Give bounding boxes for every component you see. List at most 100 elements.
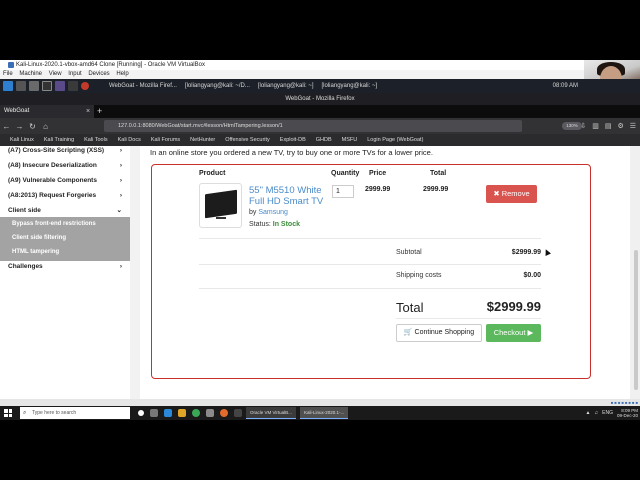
divider	[396, 318, 541, 319]
product-name-link[interactable]: 55" M5510 White Full HD Smart TV	[249, 185, 331, 207]
bookmark-nethunter[interactable]: NetHunter	[190, 137, 215, 143]
sidebar-toggle-icon[interactable]: ▤	[605, 122, 612, 130]
bookmark-kali-forums[interactable]: Kali Forums	[151, 137, 180, 143]
letterbox-top	[0, 0, 640, 60]
col-header-quantity: Quantity	[331, 170, 360, 177]
sidebar-item-client-side[interactable]: Client side ⌄	[0, 204, 130, 218]
extension-icon[interactable]: ⚙	[617, 122, 623, 130]
browser-launcher-icon[interactable]	[55, 81, 65, 91]
menu-view[interactable]: View	[49, 71, 62, 77]
menu-machine[interactable]: Machine	[19, 71, 42, 77]
url-bar[interactable]: 127.0.0.1:8080/WebGoat/start.mvc#lesson/…	[104, 120, 582, 132]
sidebar-sub-client-filtering[interactable]: Client side filtering	[0, 231, 130, 245]
status-prefix: Status:	[249, 221, 271, 228]
remove-button[interactable]: ✖ Remove	[486, 185, 537, 203]
bookmark-login-page[interactable]: Login Page (WebGoat)	[367, 137, 423, 143]
kali-menu-icon[interactable]	[3, 81, 13, 91]
scrollbar-thumb[interactable]	[634, 250, 638, 390]
bookmark-ghdb[interactable]: GHDB	[316, 137, 332, 143]
taskbar-virtualbox[interactable]: Oracle VM VirtualB...	[246, 407, 296, 419]
status-badge: In Stock	[272, 221, 300, 228]
app-icon-2[interactable]	[234, 409, 242, 417]
taskbar-kali-vm[interactable]: Kali-Linux-2020.1-...	[299, 407, 349, 419]
sidebar-sub-bypass-frontend[interactable]: Bypass front-end restrictions	[0, 217, 130, 231]
firefox-icon[interactable]	[220, 409, 228, 417]
chevron-right-icon: ›	[119, 177, 122, 184]
bookmark-kali-docs[interactable]: Kali Docs	[118, 137, 141, 143]
chevron-right-icon: ›	[119, 147, 122, 154]
shipping-label: Shipping costs	[396, 272, 442, 279]
tv-icon	[205, 189, 237, 219]
toolbar-right: ⇩ ▥ ▤ ⚙ ☰	[574, 118, 636, 134]
kali-clock: 08:09 AM	[552, 83, 578, 89]
kali-task-firefox[interactable]: WebGoat - Mozilla Firef...	[109, 83, 177, 89]
bookmark-offensive-security[interactable]: Offensive Security	[225, 137, 270, 143]
bookmark-kali-training[interactable]: Kali Training	[44, 137, 74, 143]
sidebar-item-label: (A7) Cross-Site Scripting (XSS)	[8, 147, 105, 154]
quantity-input[interactable]: 1	[332, 185, 354, 198]
new-tab-button[interactable]: +	[97, 105, 102, 118]
sidebar-item-xss[interactable]: (A7) Cross-Site Scripting (XSS) ›	[0, 144, 130, 158]
sidebar-item-deserialization[interactable]: (A8) Insecure Deserialization ›	[0, 159, 130, 173]
divider	[199, 288, 541, 289]
col-header-price: Price	[369, 170, 387, 177]
virtualbox-status-bar: ■ ■ ■ ■ ■ ■ ■ ■	[0, 399, 640, 406]
sidebar-item-request-forgeries[interactable]: (A8:2013) Request Forgeries ›	[0, 189, 130, 203]
kali-task-terminal-1[interactable]: [loliangyang@kali: ~/D...	[185, 83, 250, 89]
edge-icon[interactable]	[164, 409, 172, 417]
library-icon[interactable]: ▥	[592, 122, 599, 130]
checkout-button[interactable]: Checkout ▶	[486, 324, 541, 342]
terminal-icon[interactable]	[42, 81, 52, 91]
virtualbox-menu-bar: File Machine View Input Devices Help	[0, 70, 584, 79]
menu-icon[interactable]: ☰	[630, 122, 636, 130]
sidebar-item-label: Client side	[8, 207, 41, 214]
menu-help[interactable]: Help	[116, 71, 128, 77]
kali-panel: WebGoat - Mozilla Firef... [loliangyang@…	[0, 79, 584, 93]
sidebar-item-vulnerable-components[interactable]: (A9) Vulnerable Components ›	[0, 174, 130, 188]
windows-start-icon[interactable]	[4, 409, 12, 417]
reload-icon[interactable]: ↻	[26, 122, 39, 131]
firefox-nav-bar: ← → ↻ ⌂ 127.0.0.1:8080/WebGoat/start.mvc…	[0, 118, 640, 134]
tray-clock[interactable]: 8:09 PM 09-Dec-20	[617, 408, 638, 418]
bookmark-msfu[interactable]: MSFU	[342, 137, 358, 143]
volume-icon[interactable]: ♫	[594, 410, 598, 416]
windows-search-input[interactable]: Type here to search	[20, 407, 130, 419]
app-icon[interactable]	[206, 409, 214, 417]
bookmark-kali-linux[interactable]: Kali Linux	[10, 137, 34, 143]
menu-devices[interactable]: Devices	[88, 71, 109, 77]
bookmark-kali-tools[interactable]: Kali Tools	[84, 137, 107, 143]
forward-icon[interactable]: →	[13, 122, 26, 131]
menu-input[interactable]: Input	[68, 71, 81, 77]
kali-task-terminal-3[interactable]: [loliangyang@kali: ~]	[322, 83, 378, 89]
tab-webgoat[interactable]: WebGoat	[0, 105, 94, 118]
tab-close-icon[interactable]: ×	[86, 105, 90, 118]
system-tray: ▲ ♫ ENG 8:09 PM 09-Dec-20	[585, 408, 638, 418]
firefox-launcher-icon[interactable]	[81, 82, 89, 90]
bookmark-exploit-db[interactable]: Exploit-DB	[280, 137, 306, 143]
app-launcher-icon[interactable]	[68, 81, 78, 91]
cortana-icon[interactable]	[138, 410, 144, 416]
url-text: 127.0.0.1:8080/WebGoat/start.mvc#lesson/…	[118, 123, 283, 129]
total-value: $2999.99	[486, 299, 541, 314]
firefox-tab-strip: WebGoat × +	[0, 105, 640, 118]
download-icon[interactable]: ⇩	[580, 122, 586, 130]
task-view-icon[interactable]	[150, 409, 158, 417]
sidebar-sub-html-tampering[interactable]: HTML tampering	[0, 245, 130, 259]
virtualbox-status-icons: ■ ■ ■ ■ ■ ■ ■ ■	[610, 400, 638, 405]
kali-task-terminal-2[interactable]: [loliangyang@kali: ~]	[258, 83, 314, 89]
menu-file[interactable]: File	[3, 71, 13, 77]
chrome-icon[interactable]	[192, 409, 200, 417]
brand-link[interactable]: Samsung	[258, 209, 288, 216]
workspace-icon[interactable]	[16, 81, 26, 91]
network-icon[interactable]: ▲	[585, 410, 590, 416]
continue-shopping-button[interactable]: 🛒 Continue Shopping	[396, 324, 482, 342]
files-icon[interactable]	[29, 81, 39, 91]
language-indicator[interactable]: ENG	[602, 410, 613, 416]
sidebar-item-challenges[interactable]: Challenges ›	[0, 260, 130, 274]
product-thumbnail[interactable]	[199, 183, 242, 228]
shipping-value: $0.00	[523, 272, 541, 279]
explorer-icon[interactable]	[178, 409, 186, 417]
sidebar-item-label: (A8) Insecure Deserialization	[8, 162, 97, 169]
home-icon[interactable]: ⌂	[39, 122, 52, 131]
back-icon[interactable]: ←	[0, 122, 13, 131]
